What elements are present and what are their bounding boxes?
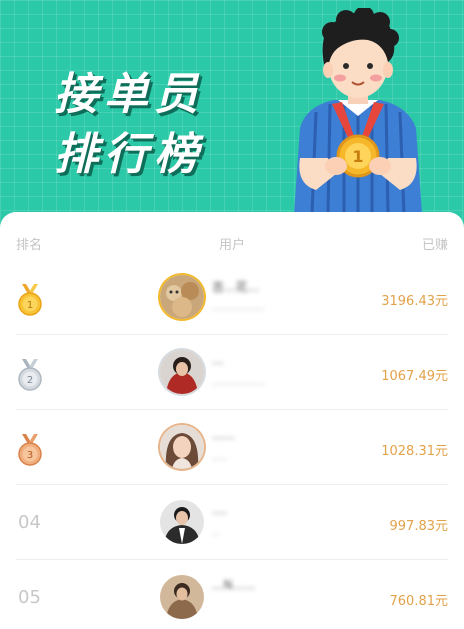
ranking-banner: 接单员 排行榜 1 [0,0,464,232]
medal-number: 2 [27,375,33,386]
table-header: 排名 用户 已赚 [0,212,464,260]
earned-amount: 3196.43元 [381,294,448,309]
ranking-row[interactable]: 2 ... ............... 1067.49元 [0,335,464,410]
ranking-page: 接单员 排行榜 1 排名 用户 已赚 1 吉...花... ..........… [0,0,464,629]
ranking-row[interactable]: 04 .... .. 997.83元 [0,485,464,560]
user-name: ... [212,353,224,367]
avatar[interactable] [160,350,204,394]
earned-amount: 760.81元 [389,594,449,609]
medal-number: 3 [27,450,33,461]
rank-number: 05 [18,587,41,608]
mascot-person-icon: 1 [294,8,422,214]
banner-title-line2: 排行榜 [54,129,204,180]
banner-title-line1: 接单员 [54,69,204,120]
ranking-card: 排名 用户 已赚 1 吉...花... ............... 3196… [0,212,464,629]
user-subtitle: .. [212,525,219,538]
bronze-medal-icon: 3 [18,434,42,466]
earned-amount: 1028.31元 [381,444,448,459]
gold-medal-icon: 1 [18,284,42,316]
medal-number: 1 [27,300,33,311]
avatar[interactable] [160,500,204,544]
earned-amount: 997.83元 [389,519,449,534]
header-rank: 排名 [16,238,43,253]
user-subtitle: .... [212,450,226,463]
rank-number: 04 [18,512,41,533]
header-user: 用户 [219,238,246,253]
avatar[interactable] [160,275,204,319]
user-name: ...... [212,428,235,442]
user-name: ...N...... [212,578,256,592]
silver-medal-icon: 2 [18,359,42,391]
earned-amount: 1067.49元 [381,369,448,384]
avatar[interactable] [160,575,204,619]
user-name: 吉...花... [212,280,259,294]
ranking-row[interactable]: 05 ...N...... 760.81元 [0,560,464,629]
user-subtitle: ............... [212,375,265,388]
ranking-row[interactable]: 3 ...... .... 1028.31元 [0,410,464,485]
user-subtitle: ............... [212,300,265,313]
avatar[interactable] [160,425,204,469]
mascot-medal-number: 1 [352,147,363,166]
header-earned: 已赚 [421,238,448,253]
user-name: .... [212,503,228,517]
ranking-row[interactable]: 1 吉...花... ............... 3196.43元 [0,260,464,335]
